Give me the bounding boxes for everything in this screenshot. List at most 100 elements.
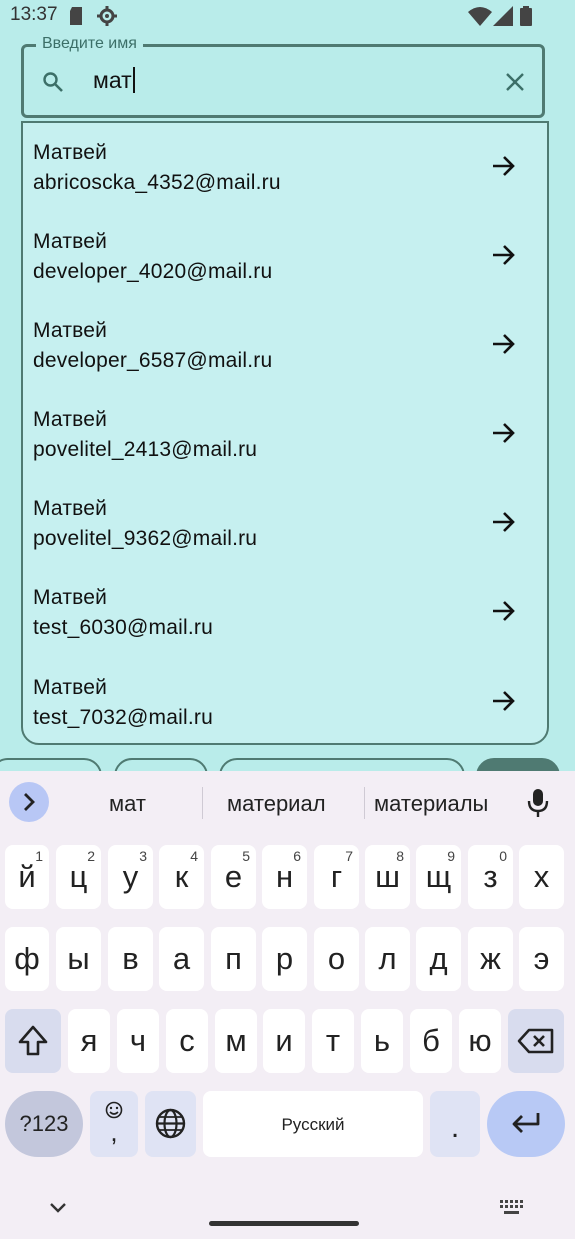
arrow-right-icon[interactable] — [491, 509, 517, 535]
key[interactable]: д — [416, 927, 461, 991]
user-email: test_7032@mail.ru — [33, 706, 213, 729]
space-label: Русский — [281, 1115, 345, 1134]
key[interactable]: т — [312, 1009, 354, 1073]
key[interactable]: э — [519, 927, 564, 991]
user-name: Матвей — [33, 408, 108, 431]
key[interactable]: в — [108, 927, 153, 991]
key[interactable]: ж — [468, 927, 513, 991]
arrow-right-icon[interactable] — [491, 688, 517, 714]
shift-icon — [18, 1025, 48, 1056]
backspace-key[interactable] — [508, 1009, 564, 1073]
list-item[interactable]: Матвей povelitel_2413@mail.ru — [33, 390, 533, 470]
key[interactable]: ю — [459, 1009, 501, 1073]
key[interactable]: о — [314, 927, 359, 991]
key[interactable]: ф — [5, 927, 49, 991]
key[interactable]: н6 — [262, 845, 307, 909]
user-email: povelitel_2413@mail.ru — [33, 438, 258, 461]
emoji-comma-key[interactable]: , — [90, 1091, 138, 1157]
symbols-key[interactable]: ?123 — [5, 1091, 83, 1157]
status-time: 13:37 — [10, 4, 58, 25]
key[interactable]: а — [159, 927, 204, 991]
key[interactable]: б — [410, 1009, 452, 1073]
period-label: . — [450, 1111, 460, 1144]
search-input[interactable]: мат — [93, 67, 135, 94]
key[interactable]: у3 — [108, 845, 153, 909]
user-email: povelitel_9362@mail.ru — [33, 527, 258, 550]
suggestion-divider — [202, 787, 203, 819]
user-email: developer_4020@mail.ru — [33, 260, 273, 283]
key[interactable]: й1 — [5, 845, 49, 909]
search-input-value: мат — [93, 67, 132, 93]
user-email: abricoscka_4352@mail.ru — [33, 171, 281, 194]
language-key[interactable] — [145, 1091, 196, 1157]
enter-key[interactable] — [487, 1091, 565, 1157]
user-name: Матвей — [33, 319, 108, 342]
key[interactable]: е5 — [211, 845, 256, 909]
arrow-right-icon[interactable] — [491, 420, 517, 446]
arrow-right-icon[interactable] — [491, 598, 517, 624]
comma-label: , — [110, 1117, 118, 1147]
key[interactable]: я — [68, 1009, 110, 1073]
chevron-down-icon[interactable] — [48, 1199, 68, 1215]
user-name: Матвей — [33, 676, 108, 699]
navigation-handle[interactable] — [209, 1221, 359, 1226]
sd-card-icon — [70, 7, 82, 25]
key[interactable]: ч — [117, 1009, 159, 1073]
key[interactable]: х — [519, 845, 564, 909]
status-bar: 13:37 — [0, 0, 575, 32]
key[interactable]: и — [263, 1009, 305, 1073]
user-name: Матвей — [33, 586, 108, 609]
suggestions-expand-button[interactable] — [9, 782, 49, 822]
list-item[interactable]: Матвей abricoscka_4352@mail.ru — [33, 123, 533, 203]
list-item[interactable]: Матвей developer_6587@mail.ru — [33, 301, 533, 381]
key[interactable]: ц2 — [56, 845, 101, 909]
list-item[interactable]: Матвей povelitel_9362@mail.ru — [33, 479, 533, 559]
microphone-icon[interactable] — [527, 788, 549, 818]
arrow-right-icon[interactable] — [491, 242, 517, 268]
user-name: Матвей — [33, 141, 108, 164]
key[interactable]: г7 — [314, 845, 359, 909]
key[interactable]: з0 — [468, 845, 513, 909]
key[interactable]: с — [166, 1009, 208, 1073]
on-screen-keyboard: мат материал материалы й1 ц2 у3 к4 е5 н6… — [0, 771, 575, 1239]
suggestion-divider — [364, 787, 365, 819]
globe-icon — [155, 1108, 186, 1139]
suggestion-2[interactable]: материал — [227, 791, 326, 817]
key[interactable]: м — [215, 1009, 257, 1073]
user-name: Матвей — [33, 230, 108, 253]
space-key[interactable]: Русский — [203, 1091, 423, 1157]
battery-icon — [520, 6, 532, 26]
key[interactable]: л — [365, 927, 410, 991]
chevron-right-icon — [24, 793, 35, 811]
user-name: Матвей — [33, 497, 108, 520]
arrow-right-icon[interactable] — [491, 331, 517, 357]
settings-icon — [97, 6, 117, 26]
user-email: test_6030@mail.ru — [33, 616, 213, 639]
wifi-icon — [468, 7, 492, 26]
suggestion-3[interactable]: материалы — [374, 791, 488, 817]
list-item[interactable]: Матвей developer_4020@mail.ru — [33, 212, 533, 292]
list-item[interactable]: Матвей test_7032@mail.ru — [33, 658, 533, 738]
key[interactable]: ш8 — [365, 845, 410, 909]
shift-key[interactable] — [5, 1009, 61, 1073]
arrow-right-icon[interactable] — [491, 153, 517, 179]
search-icon — [43, 72, 63, 92]
text-cursor — [132, 67, 135, 93]
key[interactable]: ь — [361, 1009, 403, 1073]
signal-icon — [493, 6, 513, 26]
suggestion-1[interactable]: мат — [109, 791, 146, 817]
clear-icon[interactable] — [504, 71, 526, 93]
backspace-icon — [517, 1028, 554, 1054]
key[interactable]: щ9 — [416, 845, 461, 909]
user-email: developer_6587@mail.ru — [33, 349, 273, 372]
search-label: Введите имя — [36, 35, 143, 53]
enter-icon — [512, 1113, 540, 1133]
key[interactable]: к4 — [159, 845, 204, 909]
key[interactable]: п — [211, 927, 256, 991]
keyboard-icon[interactable] — [499, 1199, 523, 1217]
key[interactable]: р — [262, 927, 307, 991]
list-item[interactable]: Матвей test_6030@mail.ru — [33, 568, 533, 648]
period-key[interactable]: . — [430, 1091, 480, 1157]
search-results-list: Матвей abricoscka_4352@mail.ru Матвей de… — [21, 121, 549, 745]
key[interactable]: ы — [56, 927, 101, 991]
